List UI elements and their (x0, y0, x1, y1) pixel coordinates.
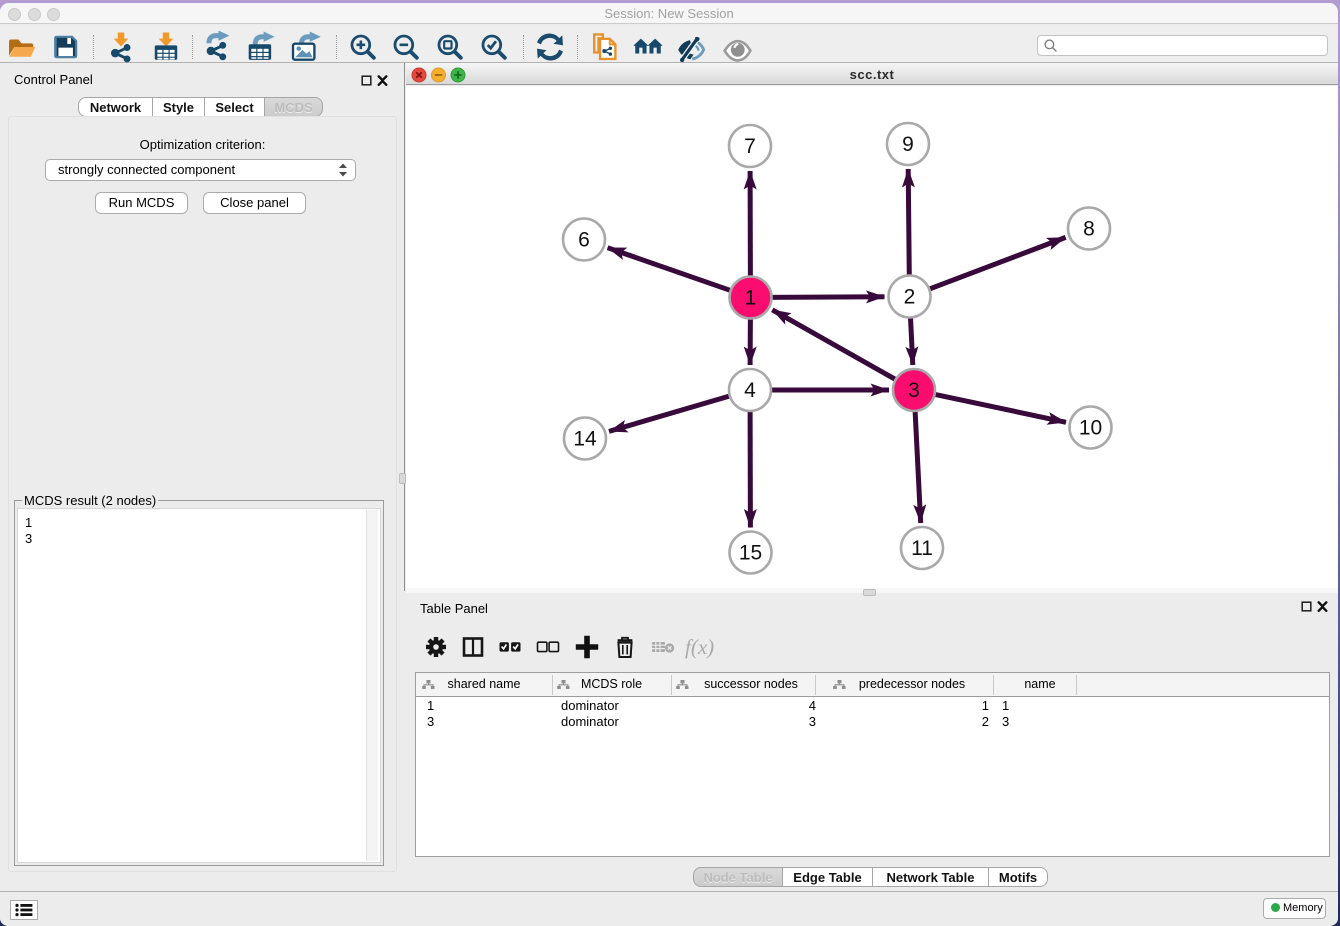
svg-text:14: 14 (573, 428, 597, 451)
svg-text:8: 8 (1083, 218, 1095, 241)
svg-text:6: 6 (578, 229, 590, 252)
svg-text:3: 3 (908, 379, 920, 402)
svg-text:f(x): f(x) (685, 635, 714, 659)
svg-text:11: 11 (911, 537, 933, 560)
svg-text:1: 1 (745, 287, 757, 310)
svg-text:15: 15 (739, 542, 762, 565)
svg-text:9: 9 (902, 133, 914, 156)
svg-text:4: 4 (744, 379, 756, 402)
svg-text:7: 7 (744, 135, 756, 158)
svg-text:10: 10 (1079, 417, 1102, 440)
svg-text:2: 2 (904, 286, 916, 309)
